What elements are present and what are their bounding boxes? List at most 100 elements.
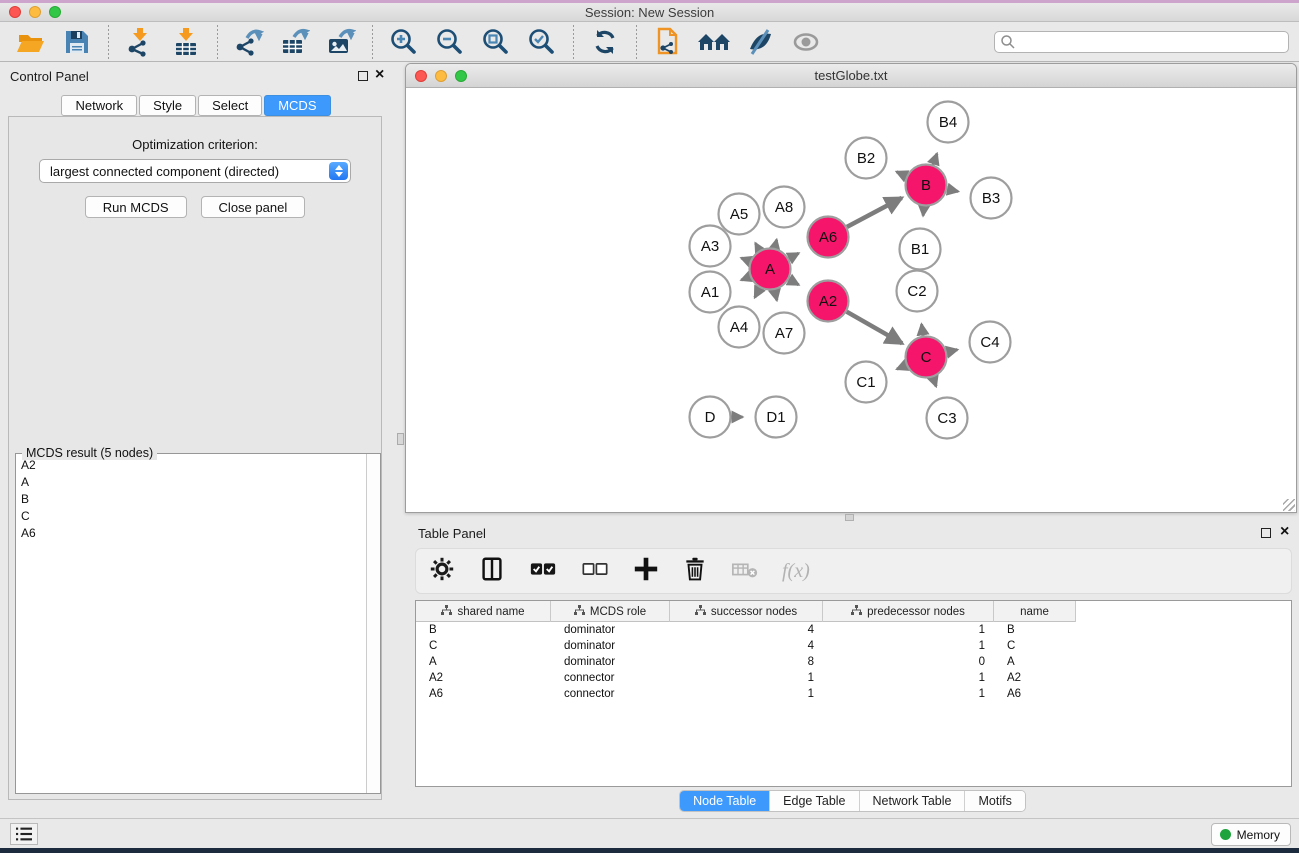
deselect-all-icon[interactable] [580, 555, 610, 588]
mcds-result-box: MCDS result (5 nodes) A2ABCA6 [15, 453, 381, 794]
tab-select[interactable]: Select [198, 95, 262, 116]
edge-B-B4[interactable] [933, 154, 937, 165]
table-row[interactable]: Bdominator41B [416, 622, 1291, 638]
tab-motifs[interactable]: Motifs [965, 791, 1024, 811]
network-canvas[interactable]: AA1A2A3A4A5A6A7A8BB1B2B3B4CC1C2C3C4DD1 [406, 88, 1296, 512]
edge-A-A2[interactable] [789, 279, 799, 284]
table-header-row: shared nameMCDS rolesuccessor nodesprede… [416, 601, 1291, 622]
node-label-B: B [921, 177, 931, 194]
close-panel-button[interactable]: Close panel [201, 196, 306, 218]
edge-A-A5[interactable] [755, 243, 759, 250]
column-view-icon[interactable] [478, 555, 506, 588]
zoom-out-icon[interactable] [433, 26, 467, 58]
control-panel-tabs: NetworkStyleSelectMCDS [0, 95, 392, 117]
import-table-icon[interactable] [169, 26, 203, 58]
search-input[interactable] [1016, 33, 1288, 51]
tab-style[interactable]: Style [139, 95, 196, 116]
node-label-A7: A7 [775, 325, 793, 342]
mcds-result-item[interactable]: B [16, 490, 366, 507]
edge-B-B2[interactable] [897, 172, 907, 176]
table-row[interactable]: A6connector11A6 [416, 686, 1291, 702]
edge-C-C3[interactable] [933, 377, 936, 386]
node-label-A: A [765, 261, 775, 278]
tab-node-table[interactable]: Node Table [680, 791, 770, 811]
window-resize-grip[interactable] [1283, 499, 1295, 511]
export-image-icon[interactable] [324, 26, 358, 58]
hide-graphics-details-icon[interactable] [743, 26, 777, 58]
tab-network[interactable]: Network [61, 95, 137, 116]
mcds-result-item[interactable]: A2 [16, 456, 366, 473]
edge-A-A4[interactable] [755, 288, 760, 297]
column-header-MCDS-role[interactable]: MCDS role [551, 601, 670, 622]
memory-status-icon [1220, 829, 1231, 840]
tab-mcds[interactable]: MCDS [264, 95, 330, 116]
table-body: Bdominator41BCdominator41CAdominator80AA… [416, 622, 1291, 702]
refresh-icon[interactable] [588, 26, 622, 58]
search-field[interactable] [994, 31, 1289, 53]
add-column-icon[interactable] [632, 555, 660, 588]
zoom-selected-icon[interactable] [525, 26, 559, 58]
clone-network-icon[interactable] [651, 26, 685, 58]
column-header-successor-nodes[interactable]: successor nodes [670, 601, 823, 622]
select-all-icon[interactable] [528, 555, 558, 588]
edge-C-C1[interactable] [897, 365, 906, 369]
splitter-handle[interactable] [845, 514, 854, 521]
hierarchy-icon [574, 605, 585, 619]
table-row[interactable]: Cdominator41C [416, 638, 1291, 654]
table-row[interactable]: A2connector11A2 [416, 670, 1291, 686]
edge-C-C4[interactable] [947, 350, 957, 352]
float-panel-icon[interactable] [358, 71, 368, 81]
control-panel-header: Control Panel × [0, 68, 392, 86]
network-view-window: testGlobe.txt AA1A2A3A4A5A6A7A8BB1B2B3B4… [405, 63, 1297, 513]
optimization-criterion-label: Optimization criterion: [9, 137, 381, 152]
import-network-icon[interactable] [123, 26, 157, 58]
edge-A-A3[interactable] [741, 258, 750, 261]
zoom-fit-icon[interactable] [479, 26, 513, 58]
edge-A-A6[interactable] [789, 253, 799, 258]
cell-successor-nodes: 8 [670, 656, 823, 668]
edge-B-B1[interactable] [923, 206, 924, 215]
edge-C-C2[interactable] [922, 324, 924, 336]
save-session-icon[interactable] [60, 26, 94, 58]
settings-gear-icon[interactable] [428, 555, 456, 588]
column-header-predecessor-nodes[interactable]: predecessor nodes [823, 601, 994, 622]
node-label-C4: C4 [980, 334, 999, 351]
task-history-button[interactable] [10, 823, 38, 845]
mcds-result-scrollbar[interactable] [366, 454, 380, 793]
function-builder-icon: f(x) [782, 560, 810, 583]
mcds-result-item[interactable]: C [16, 507, 366, 524]
cell-predecessor-nodes: 1 [823, 624, 994, 636]
table-row[interactable]: Adominator80A [416, 654, 1291, 670]
edge-A-A1[interactable] [741, 277, 750, 280]
edge-A-A8[interactable] [775, 240, 777, 248]
vertical-scroll-thumb[interactable] [397, 433, 404, 445]
run-mcds-button[interactable]: Run MCDS [85, 196, 187, 218]
delete-column-icon[interactable] [682, 555, 708, 588]
cell-MCDS-role: dominator [551, 624, 670, 636]
hierarchy-icon [441, 605, 452, 619]
mcds-result-item[interactable]: A6 [16, 524, 366, 541]
network-window-titlebar[interactable]: testGlobe.txt [406, 64, 1296, 88]
zoom-in-icon[interactable] [387, 26, 421, 58]
column-header-name[interactable]: name [994, 601, 1076, 622]
memory-button[interactable]: Memory [1211, 823, 1291, 846]
close-panel-icon[interactable]: × [1280, 523, 1289, 541]
edge-A6-B[interactable] [847, 198, 902, 227]
edge-B-B3[interactable] [947, 189, 958, 191]
home-layout-icon[interactable] [697, 26, 731, 58]
close-panel-icon[interactable]: × [375, 66, 384, 84]
node-label-B3: B3 [982, 190, 1000, 207]
column-header-shared-name[interactable]: shared name [416, 601, 551, 622]
export-table-icon[interactable] [278, 26, 312, 58]
float-panel-icon[interactable] [1261, 528, 1271, 538]
export-network-icon[interactable] [232, 26, 266, 58]
edge-A-A7[interactable] [775, 290, 777, 300]
criterion-select[interactable]: largest connected component (directed) [39, 159, 351, 183]
show-graphics-details-icon[interactable] [789, 26, 823, 58]
tab-network-table[interactable]: Network Table [860, 791, 966, 811]
tab-edge-table[interactable]: Edge Table [770, 791, 859, 811]
open-session-icon[interactable] [14, 26, 48, 58]
mcds-result-item[interactable]: A [16, 473, 366, 490]
edge-A2-C[interactable] [847, 312, 902, 344]
cell-predecessor-nodes: 1 [823, 640, 994, 652]
